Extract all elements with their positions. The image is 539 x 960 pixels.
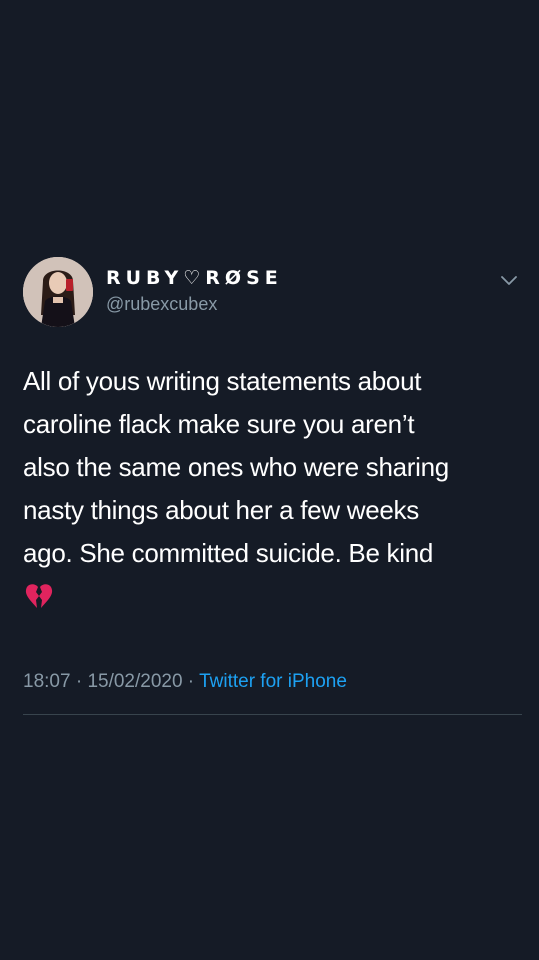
chevron-down-icon[interactable] (499, 274, 519, 288)
tweet-text-line: ago. She committed suicide. Be kind (23, 538, 434, 568)
tweet-text-line: All of yous writing statements about (23, 366, 422, 396)
tweet-date[interactable]: 15/02/2020 (87, 671, 182, 692)
divider (23, 714, 522, 715)
tweet-card: RUBY♡RØSE @rubexcubex All of yous writin… (0, 0, 539, 960)
tweet-source-link[interactable]: Twitter for iPhone (199, 671, 347, 692)
tweet-text-line: also the same ones who were sharing (23, 452, 449, 482)
broken-heart-icon (24, 582, 54, 610)
tweet-text-line: caroline flack make sure you aren’t (23, 409, 415, 439)
profile-photo-icon (23, 257, 93, 327)
display-name[interactable]: RUBY♡RØSE (106, 266, 283, 290)
meta-separator: · (70, 671, 88, 692)
tweet-time[interactable]: 18:07 (23, 671, 71, 692)
user-handle[interactable]: @rubexcubex (106, 292, 217, 316)
meta-separator: · (182, 671, 200, 692)
tweet-text-line: nasty things about her a few weeks (23, 495, 419, 525)
tweet-meta: 18:07 · 15/02/2020 · Twitter for iPhone (23, 669, 347, 695)
tweet-text: All of yous writing statements about car… (23, 360, 523, 575)
avatar[interactable] (23, 257, 93, 327)
